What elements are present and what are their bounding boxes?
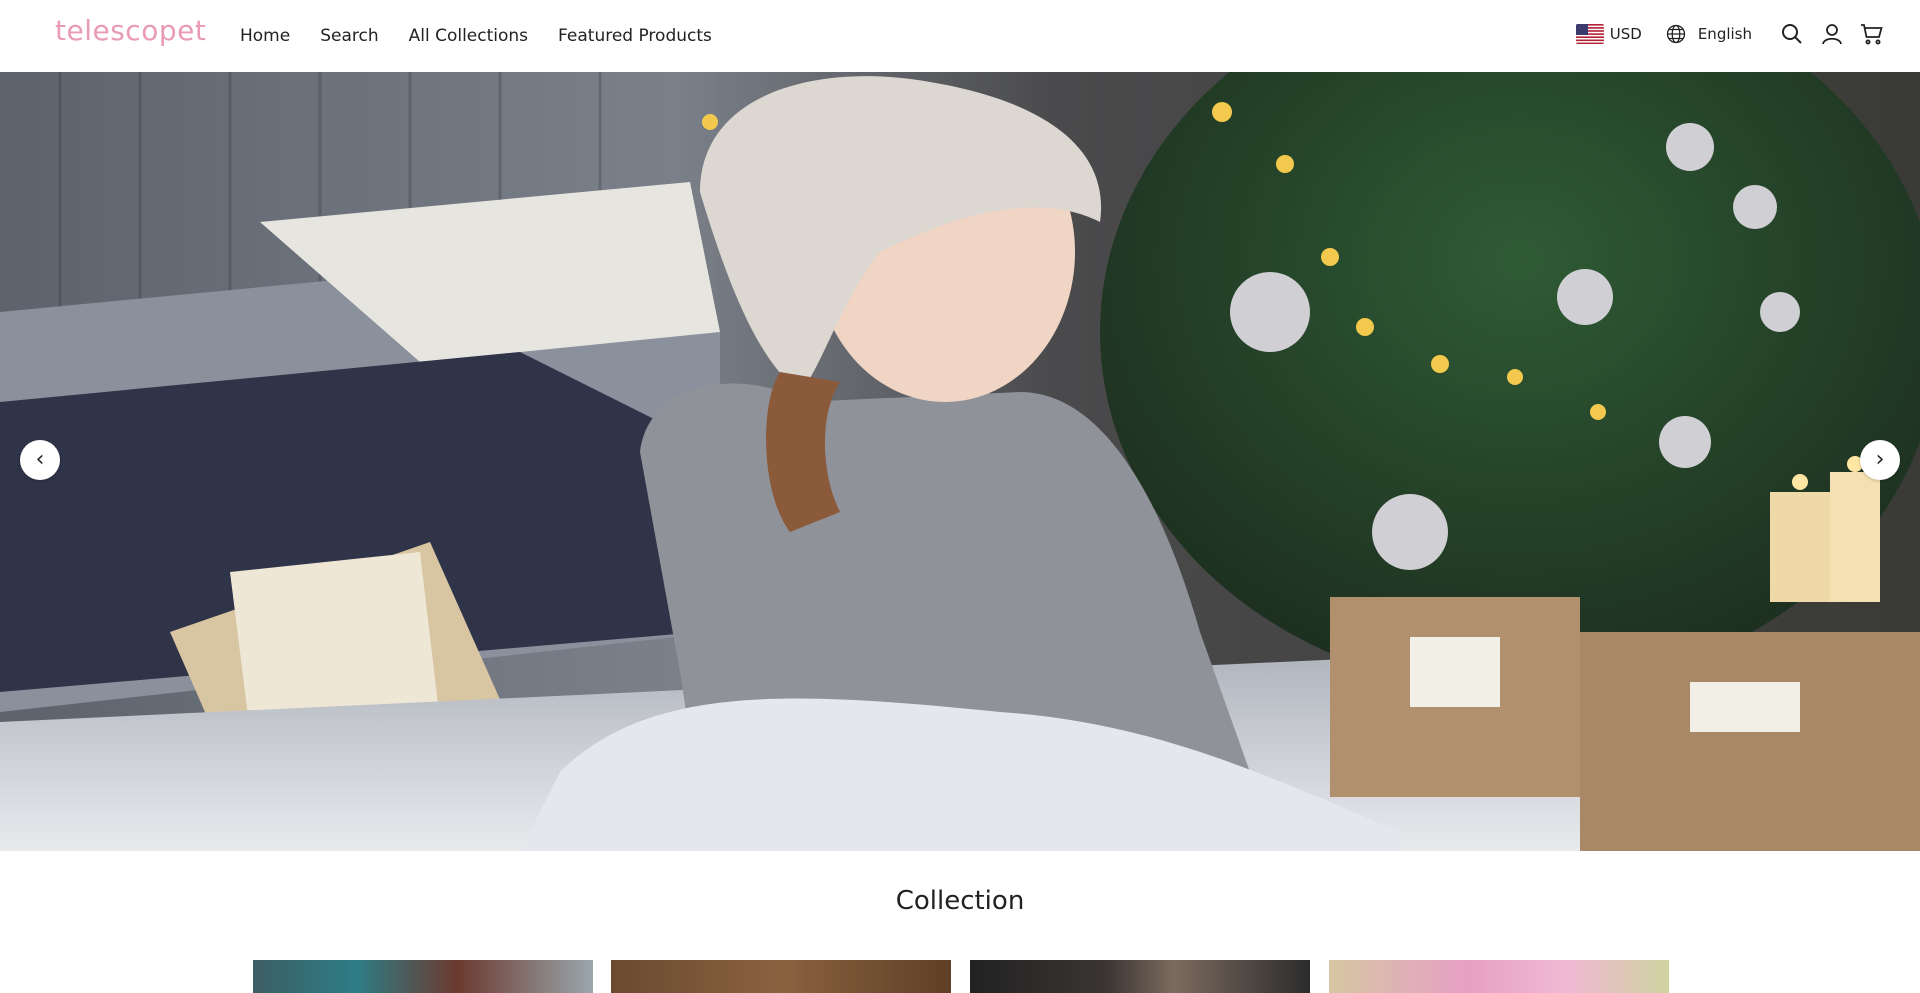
main-nav: Home Search All Collections Featured Pro… <box>240 0 712 72</box>
brand-logo[interactable]: telescopet <box>55 14 206 47</box>
hero-prev-button[interactable]: ‹ <box>20 440 60 480</box>
language-selector[interactable]: English <box>1666 24 1752 44</box>
nav-all-collections[interactable]: All Collections <box>409 26 528 46</box>
chevron-left-icon: ‹ <box>35 447 45 472</box>
hero-next-button[interactable]: › <box>1860 440 1900 480</box>
globe-icon <box>1666 24 1685 44</box>
user-icon <box>1822 24 1842 45</box>
collection-heading: Collection <box>895 886 1025 916</box>
chevron-right-icon: › <box>1875 447 1885 472</box>
collection-card[interactable] <box>611 960 951 993</box>
nav-home[interactable]: Home <box>240 26 290 46</box>
collection-card[interactable] <box>1329 960 1669 993</box>
hero-banner: ‹ › <box>0 72 1920 851</box>
us-flag-icon <box>1575 24 1604 44</box>
hero-image <box>0 72 1920 851</box>
header-actions: USD English <box>1575 0 1892 68</box>
collection-grid <box>0 960 1920 993</box>
collection-card[interactable] <box>970 960 1310 993</box>
account-button[interactable] <box>1812 14 1852 54</box>
nav-search[interactable]: Search <box>320 26 378 46</box>
search-button[interactable] <box>1772 14 1812 54</box>
language-label: English <box>1697 25 1752 43</box>
site-header: telescopet Home Search All Collections F… <box>0 0 1920 72</box>
currency-label: USD <box>1609 25 1642 43</box>
collection-card[interactable] <box>253 960 593 993</box>
search-icon <box>1782 24 1802 44</box>
cart-button[interactable] <box>1852 14 1892 54</box>
currency-selector[interactable]: USD <box>1575 24 1642 44</box>
cart-icon <box>1861 24 1883 45</box>
nav-featured-products[interactable]: Featured Products <box>558 26 712 46</box>
